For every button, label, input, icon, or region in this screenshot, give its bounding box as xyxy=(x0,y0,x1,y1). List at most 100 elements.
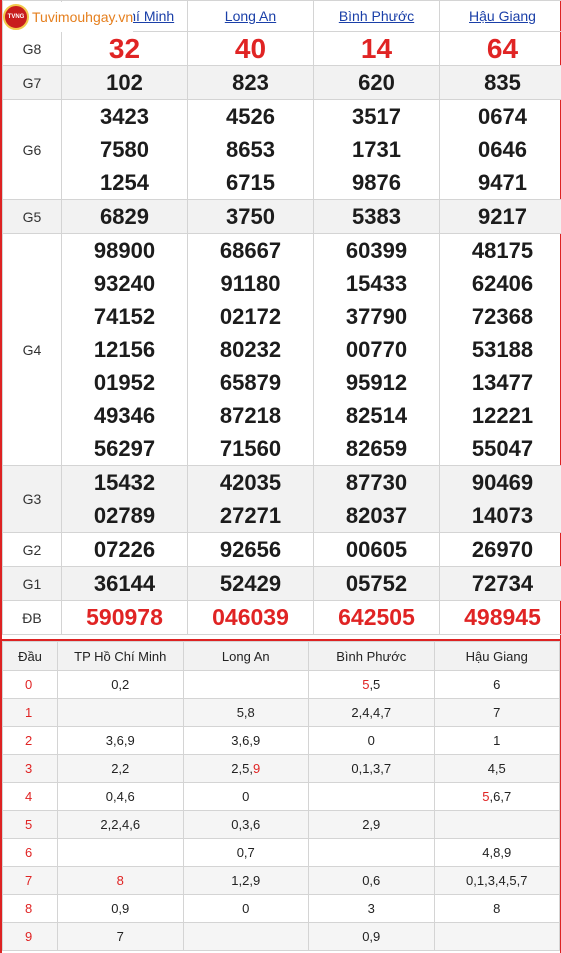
prize-cell: 90469 14073 xyxy=(439,465,561,533)
dau-cell: 4,8,9 xyxy=(433,838,560,867)
dau-value: 0 xyxy=(242,789,250,804)
prize-number: 3517 xyxy=(352,104,401,129)
prize-number: 01952 xyxy=(93,370,156,395)
prize-label: G7 xyxy=(2,65,62,100)
dau-value: 3,6,9 xyxy=(105,733,135,748)
prize-cell: 92656 xyxy=(187,532,314,567)
prize-row: G6 3423 7580 1254 4526 8653 6715 3517 1731 9876 06… xyxy=(2,99,561,200)
prize-number: 9217 xyxy=(478,204,527,229)
prize-number: 55047 xyxy=(471,436,534,461)
prize-number: 498945 xyxy=(464,604,541,630)
dau-value: 2,9 xyxy=(362,817,381,832)
dau-value: 7 xyxy=(493,705,501,720)
dau-value: 0,2 xyxy=(111,677,130,692)
dau-cell: 2,9 xyxy=(308,810,435,839)
dau-value: 0,9 xyxy=(362,929,381,944)
prize-row: G1 36144 52429 05752 72734 xyxy=(2,566,561,601)
prize-number: 5383 xyxy=(352,204,401,229)
dau-digit: 7 xyxy=(2,866,58,895)
dau-cell: 0,9 xyxy=(308,922,435,951)
dau-header-cell: Long An xyxy=(182,641,309,671)
prize-number: 27271 xyxy=(219,503,282,528)
prize-number: 05752 xyxy=(345,571,408,596)
dau-cell: 5,6,7 xyxy=(433,782,560,811)
prize-number: 15433 xyxy=(345,271,408,296)
prize-cell: 36144 xyxy=(61,566,188,601)
prize-number: 15432 xyxy=(93,470,156,495)
lottery-results-page: TP Hồ Chí Minh Long An Bình Phước Hậu Gi… xyxy=(0,0,561,953)
dau-header-cell: Đầu xyxy=(2,641,58,671)
dau-value: 0,7 xyxy=(236,845,255,860)
prize-label: ĐB xyxy=(2,600,62,635)
prize-number: 90469 xyxy=(471,470,534,495)
province-link[interactable]: Bình Phước xyxy=(339,8,414,24)
prize-cell: 9217 xyxy=(439,199,561,234)
dau-row: 8 0,9 0 3 8 xyxy=(2,894,560,923)
prize-number: 14 xyxy=(360,33,393,64)
prize-number: 60399 xyxy=(345,238,408,263)
site-logo[interactable]: TVNG Tuvimouhgay.vn xyxy=(3,2,134,32)
prize-cell: 5383 xyxy=(313,199,440,234)
prize-number: 62406 xyxy=(471,271,534,296)
prize-number: 12156 xyxy=(93,337,156,362)
dau-cell: 6 xyxy=(433,670,560,699)
prize-number: 6715 xyxy=(226,170,275,195)
dau-header-cell: TP Hồ Chí Minh xyxy=(57,641,184,671)
prize-number: 68667 xyxy=(219,238,282,263)
prize-number: 65879 xyxy=(219,370,282,395)
dau-value: 4,8,9 xyxy=(482,845,512,860)
prize-number: 1254 xyxy=(100,170,149,195)
dau-cell: 4,5 xyxy=(433,754,560,783)
prize-number: 00605 xyxy=(345,537,408,562)
dau-value: 1,2,9 xyxy=(231,873,261,888)
prize-number: 82037 xyxy=(345,503,408,528)
prize-cell: 98900 93240 74152 12156 01952 49346 56297 xyxy=(61,233,188,466)
dau-value: 0 xyxy=(367,733,375,748)
dau-cell: 0,9 xyxy=(57,894,184,923)
prize-number: 40 xyxy=(234,33,267,64)
prize-number: 3423 xyxy=(100,104,149,129)
prize-number: 102 xyxy=(106,70,143,95)
dau-value: 6 xyxy=(493,677,501,692)
prize-label: G1 xyxy=(2,566,62,601)
dau-digit: 8 xyxy=(2,894,58,923)
dau-cell: 0 xyxy=(182,894,309,923)
prize-number: 9876 xyxy=(352,170,401,195)
prize-number: 74152 xyxy=(93,304,156,329)
dau-value: 0,3,6 xyxy=(231,817,261,832)
prize-cell: 60399 15433 37790 00770 95912 82514 82659 xyxy=(313,233,440,466)
dau-table: Đầu TP Hồ Chí Minh Long An Bình Phước Hậ… xyxy=(2,641,560,951)
prize-number: 82659 xyxy=(345,436,408,461)
prize-row: ĐB 590978 046039 642505 498945 xyxy=(2,600,561,635)
province-link[interactable]: Long An xyxy=(225,8,276,24)
prize-label: G3 xyxy=(2,465,62,533)
prize-number: 37790 xyxy=(345,304,408,329)
prize-cell: 0674 0646 9471 xyxy=(439,99,561,200)
prize-label: G4 xyxy=(2,233,62,466)
prize-number: 13477 xyxy=(471,370,534,395)
prize-number: 12221 xyxy=(471,403,534,428)
dau-value: 2,5, xyxy=(231,761,253,776)
prize-label: G6 xyxy=(2,99,62,200)
prize-number: 56297 xyxy=(93,436,156,461)
prize-row: G3 15432 02789 42035 27271 87730 82037 90469 140… xyxy=(2,465,561,533)
dau-digit: 1 xyxy=(2,698,58,727)
dau-value: 5 xyxy=(482,789,490,804)
prize-cell: 07226 xyxy=(61,532,188,567)
prize-label: G8 xyxy=(2,31,62,66)
dau-row: 2 3,6,9 3,6,9 0 1 xyxy=(2,726,560,755)
dau-row: 7 8 1,2,9 0,6 0,1,3,4,5,7 xyxy=(2,866,560,895)
prize-number: 82514 xyxy=(345,403,408,428)
dau-cell: 7 xyxy=(57,922,184,951)
prize-number: 02172 xyxy=(219,304,282,329)
dau-cell xyxy=(433,922,560,951)
prize-cell: 52429 xyxy=(187,566,314,601)
province-link[interactable]: Hậu Giang xyxy=(469,8,536,24)
dau-value: 2,4,4,7 xyxy=(351,705,392,720)
prize-cell: 42035 27271 xyxy=(187,465,314,533)
dau-header-cell: Bình Phước xyxy=(308,641,435,671)
prize-cell: 14 xyxy=(313,31,440,66)
dau-value: 0,9 xyxy=(111,901,130,916)
prize-cell: 32 xyxy=(61,31,188,66)
dau-cell: 1 xyxy=(433,726,560,755)
